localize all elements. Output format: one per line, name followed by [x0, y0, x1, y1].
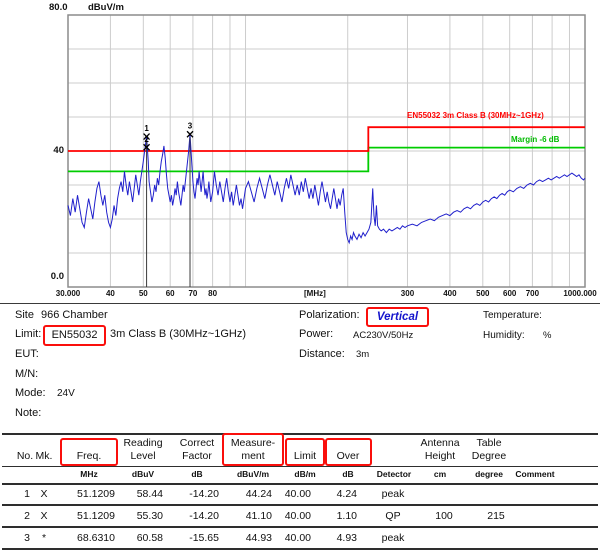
polarization-value: Vertical [377, 311, 418, 323]
emc-test-report-page: 80.0 dBuV/m 40 0.0 123 EN55032 3m Class … [0, 0, 600, 555]
column-unit-freq: MHz [57, 469, 121, 479]
column-header-antenna: Antenna [415, 437, 465, 449]
marker-number: 2 [144, 135, 149, 144]
table-header-divider [2, 466, 598, 467]
polarization-label: Polarization: [299, 309, 360, 321]
limit-description: 3m Class B (30MHz~1GHz) [110, 328, 246, 340]
x-tick-label: 40 [106, 289, 115, 298]
column-header-degree: Degree [461, 450, 517, 462]
x-tick-label: 400 [443, 289, 456, 298]
cell-reading: 55.30 [105, 510, 163, 522]
marker-number: 1 [144, 124, 149, 133]
limit-label: Limit: [15, 328, 41, 340]
cell-detector: peak [365, 488, 421, 500]
cell-over: 4.93 [309, 532, 357, 544]
column-unit-reading: dBuV [114, 469, 172, 479]
cell-limit: 40.00 [259, 488, 311, 500]
distance-value: 3m [356, 349, 369, 360]
x-tick-label: 60 [166, 289, 175, 298]
column-header-antenna: Height [415, 450, 465, 462]
mn-label: M/N: [15, 368, 38, 380]
distance-label: Distance: [299, 348, 345, 360]
limit-line-label: EN55032 3m Class B (30MHz~1GHz) [407, 111, 544, 120]
x-tick-label: 30.000 [56, 289, 80, 298]
cell-over: 1.10 [309, 510, 357, 522]
x-tick-label: 300 [401, 289, 414, 298]
cell-limit: 40.00 [259, 510, 311, 522]
site-label: Site [15, 309, 34, 321]
humidity-unit: % [543, 330, 551, 341]
header-annotation-box-limit [285, 438, 325, 466]
column-unit-detector: Detector [366, 469, 422, 479]
table-units-divider [2, 483, 598, 485]
column-unit-correct: dB [168, 469, 226, 479]
x-tick-label: 700 [526, 289, 539, 298]
x-axis-unit-label: [MHz] [304, 289, 326, 298]
cell-reading: 60.58 [105, 532, 163, 544]
power-label: Power: [299, 328, 333, 340]
note-label: Note: [15, 407, 41, 419]
header-annotation-box-freq [60, 438, 118, 466]
column-header-mk: Mk. [33, 450, 55, 462]
table-row-divider [2, 526, 598, 528]
emission-chart: 80.0 dBuV/m 40 0.0 123 EN55032 3m Class … [0, 0, 600, 303]
cell-antenna: 100 [419, 510, 469, 522]
marker-number: 3 [188, 122, 193, 131]
x-tick-label: 80 [208, 289, 217, 298]
cell-detector: QP [365, 510, 421, 522]
column-unit-over: dB [324, 469, 372, 479]
x-tick-label: 50 [139, 289, 148, 298]
mode-label: Mode: [15, 387, 46, 399]
cell-degree: 215 [468, 510, 524, 522]
cell-over: 4.24 [309, 488, 357, 500]
section-divider [0, 303, 600, 305]
x-tick-label: 500 [476, 289, 489, 298]
table-bottom-border [2, 548, 598, 550]
cell-reading: 58.44 [105, 488, 163, 500]
table-row-divider [2, 504, 598, 506]
column-header-reading: Reading [114, 437, 172, 449]
table-top-border [2, 433, 598, 435]
cell-limit: 40.00 [259, 532, 311, 544]
mode-value: 24V [57, 388, 75, 399]
column-unit-comment: Comment [505, 469, 565, 479]
column-unit-antenna: cm [415, 469, 465, 479]
x-tick-label: 70 [188, 289, 197, 298]
column-header-correct: Correct [168, 437, 226, 449]
header-annotation-box-over [325, 438, 372, 466]
temperature-label: Temperature: [483, 310, 542, 321]
humidity-label: Humidity: [483, 330, 525, 341]
column-header-correct: Factor [168, 450, 226, 462]
margin-line-label: Margin -6 dB [511, 135, 559, 144]
site-value: 966 Chamber [41, 309, 108, 321]
x-tick-label: 600 [503, 289, 516, 298]
cell-correct: -15.65 [161, 532, 219, 544]
cell-detector: peak [365, 532, 421, 544]
column-unit-measurement: dBuV/m [223, 469, 283, 479]
cell-correct: -14.20 [161, 510, 219, 522]
limit-standard-value: EN55032 [52, 329, 98, 341]
limit-standard-annotation-box: EN55032 [43, 325, 106, 346]
cell-correct: -14.20 [161, 488, 219, 500]
column-header-degree: Table [461, 437, 517, 449]
column-header-reading: Level [114, 450, 172, 462]
header-annotation-box-measurement [222, 433, 284, 466]
spectrum-plot: 1 2 3 [0, 0, 600, 303]
power-value: AC230V/50Hz [353, 330, 413, 341]
polarization-annotation-box: Vertical [366, 307, 429, 327]
eut-label: EUT: [15, 348, 39, 360]
x-tick-label: 1000.000 [563, 289, 596, 298]
